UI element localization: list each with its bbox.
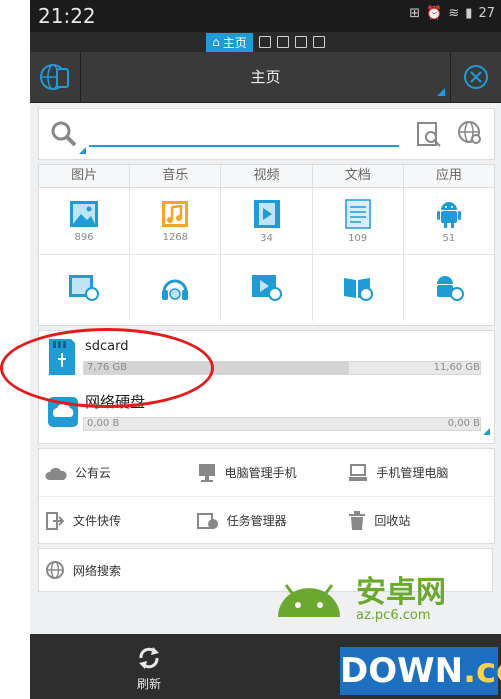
category-apps[interactable]: 51	[404, 188, 494, 254]
search-bar	[38, 108, 495, 160]
network-device-button[interactable]	[30, 52, 81, 102]
headphones-icon	[162, 279, 189, 300]
site-watermark-name: 安卓网	[356, 575, 446, 610]
netdisk-usage-bar	[83, 417, 481, 431]
refresh-button[interactable]: 刷新	[126, 644, 172, 692]
category-images[interactable]: 896	[39, 188, 131, 254]
title-bar: 主页	[30, 52, 501, 103]
search-icon[interactable]	[49, 119, 79, 149]
web-search-icon[interactable]	[456, 119, 486, 149]
category-video[interactable]: 34	[221, 188, 313, 254]
music-note-icon	[162, 200, 189, 227]
category-docs[interactable]: 109	[313, 188, 404, 254]
page-title: 主页	[250, 68, 281, 86]
pc-manage-phone-item[interactable]: 电脑管理手机	[191, 449, 343, 496]
alarm-icon: ⏰	[426, 6, 443, 21]
sdcard-total: 11,60 GB	[433, 362, 480, 373]
task-manager-item[interactable]: 任务管理器	[191, 497, 343, 544]
network-video[interactable]	[221, 255, 313, 321]
trash-icon	[349, 510, 366, 530]
image-icon	[70, 200, 99, 227]
wifi-icon: ≋	[448, 6, 460, 21]
images-count: 896	[74, 231, 94, 243]
category-label-images[interactable]: 图片	[39, 165, 131, 187]
netdisk-more-indicator[interactable]	[483, 428, 490, 435]
book-icon	[343, 278, 373, 301]
network-apps[interactable]	[404, 255, 494, 321]
network-android-icon	[436, 276, 464, 301]
category-panel: 图片 音乐 视频 文档 应用 896 1268 34 109 51	[38, 164, 495, 326]
site-watermark-url: az.pc6.com	[356, 608, 431, 623]
globe-phone-icon	[40, 64, 69, 90]
status-bar: 21:22 ⊞ ⏰ ≋ ▮ 27	[30, 0, 501, 32]
category-label-video[interactable]: 视频	[221, 165, 313, 187]
search-type-dropdown[interactable]	[79, 147, 86, 154]
category-label-apps[interactable]: 应用	[404, 165, 494, 187]
close-icon	[464, 65, 488, 89]
netdisk-total: 0,00 B	[447, 418, 480, 429]
category-label-music[interactable]: 音乐	[130, 165, 222, 187]
category-label-docs[interactable]: 文档	[313, 165, 404, 187]
scan-icon: ⊞	[409, 6, 421, 21]
task-manager-icon	[196, 512, 218, 529]
brand-watermark-suffix: .cc	[463, 651, 501, 691]
brand-watermark-name: DOWN	[340, 651, 464, 691]
search-input[interactable]	[89, 145, 399, 147]
network-video-icon	[251, 275, 282, 301]
video-icon	[253, 199, 280, 228]
document-icon	[344, 198, 371, 229]
ftp-computer-icon	[198, 463, 215, 482]
network-music[interactable]	[130, 255, 222, 321]
netdisk-used: 0,00 B	[87, 418, 120, 429]
public-cloud-item[interactable]: 公有云	[39, 449, 191, 496]
recycle-bin-item[interactable]: 回收站	[342, 497, 494, 544]
file-transfer-item[interactable]: 文件快传	[39, 497, 191, 544]
close-button[interactable]	[450, 52, 501, 102]
refresh-icon	[139, 647, 159, 669]
signal-icon: ▮	[465, 6, 473, 21]
title-dropdown-indicator[interactable]	[437, 88, 445, 96]
local-category-row: 896 1268 34 109 51	[39, 188, 494, 254]
music-count: 1268	[162, 231, 189, 243]
cloud-icon	[45, 467, 67, 480]
apps-count: 51	[442, 232, 456, 244]
network-category-row	[39, 254, 494, 321]
android-logo-icon	[278, 583, 340, 617]
docs-count: 109	[348, 232, 368, 244]
category-music[interactable]: 1268	[130, 188, 222, 254]
phone-tab-icon[interactable]	[258, 36, 271, 48]
local-search-icon[interactable]	[414, 119, 444, 149]
network-docs[interactable]	[313, 255, 404, 321]
network-image-icon	[69, 275, 100, 301]
file-transfer-icon	[46, 511, 65, 530]
cloud-tab-icon[interactable]	[294, 36, 307, 48]
tab-home[interactable]: ⌂ 主页	[206, 32, 253, 52]
video-count: 34	[260, 232, 273, 244]
network-images[interactable]	[39, 255, 131, 321]
site-watermark: 安卓网 az.pc6.com	[270, 578, 446, 623]
phone-manage-pc-item[interactable]: 手机管理电脑	[342, 449, 494, 496]
category-header: 图片 音乐 视频 文档 应用	[39, 165, 494, 188]
globe-icon	[46, 561, 64, 579]
status-time: 21:22	[38, 4, 96, 28]
window-tabs: ⌂ 主页	[30, 32, 501, 52]
computer-icon	[349, 463, 368, 481]
android-robot-icon	[436, 201, 461, 228]
computer-tab-icon[interactable]	[276, 36, 289, 48]
image-tab-icon[interactable]	[312, 36, 325, 48]
annotation-circle	[0, 328, 214, 408]
tools-panel: 公有云 电脑管理手机 手机管理电脑 文件快传 任务管理器 回收站	[38, 448, 495, 544]
battery-level: 27	[478, 6, 495, 21]
brand-watermark: DOWN.cc	[340, 647, 501, 695]
home-icon: ⌂	[212, 35, 220, 49]
